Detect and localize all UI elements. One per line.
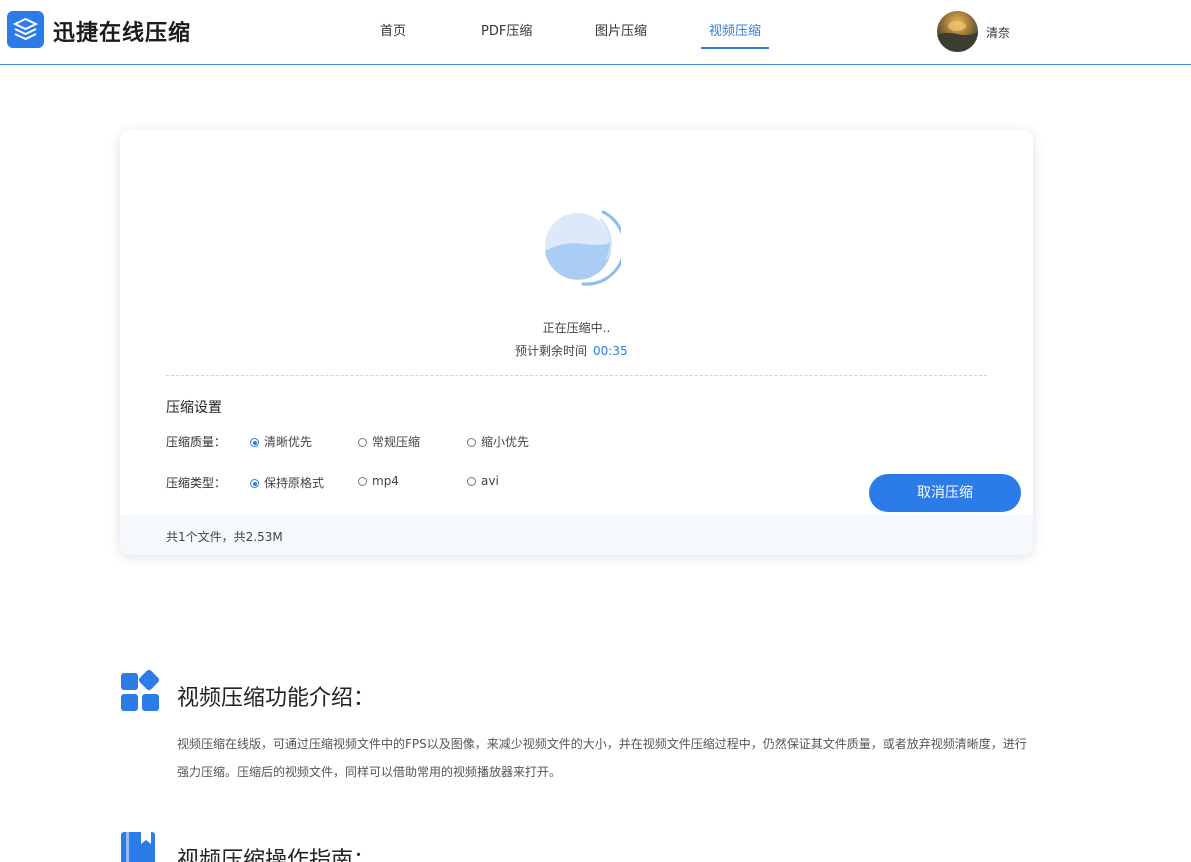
divider [166,375,987,376]
guide-title: 视频压缩操作指南： [177,848,376,862]
nav-pdf-compress[interactable]: PDF压缩 [481,20,532,39]
remaining-time-label: 预计剩余时间 [515,344,588,358]
nav-image-compress[interactable]: 图片压缩 [595,20,647,39]
settings-title: 压缩设置 [166,400,222,416]
quality-option-smaller[interactable]: 缩小优先 [467,433,529,450]
compression-status: 正在压缩中.. [542,321,611,335]
progress-spinner-icon [545,210,621,286]
book-icon [121,832,155,862]
quality-option-normal[interactable]: 常规压缩 [358,433,420,450]
logo-icon[interactable] [7,11,44,48]
file-summary: 共1个文件，共2.53M [166,530,283,544]
radio-icon[interactable] [358,438,367,447]
compression-card: 正在压缩中.. 预计剩余时间 00:35 压缩设置 压缩质量： 清晰优先 常规压缩… [120,130,1033,555]
cancel-compression-button[interactable]: 取消压缩 [869,474,1021,512]
radio-selected-icon[interactable] [250,479,259,488]
type-option-original[interactable]: 保持原格式 [250,474,324,491]
type-label: 压缩类型： [166,476,227,490]
card-footer: 共1个文件，共2.53M [120,515,1033,555]
intro-title: 视频压缩功能介绍： [177,686,376,711]
intro-text: 视频压缩在线版，可通过压缩视频文件中的FPS以及图像，来减少视频文件的大小，并在… [177,737,1027,779]
remaining-time-value: 00:35 [593,344,628,358]
top-header: 迅捷在线压缩 首页 PDF压缩 图片压缩 视频压缩 清奈 [0,0,1191,65]
type-option-avi[interactable]: avi [467,474,499,488]
username[interactable]: 清奈 [986,24,1010,41]
quality-label: 压缩质量： [166,435,227,449]
radio-icon[interactable] [467,477,476,486]
brand-name[interactable]: 迅捷在线压缩 [53,15,191,47]
type-option-mp4[interactable]: mp4 [358,474,399,488]
active-nav-indicator [701,47,769,49]
remaining-time: 预计剩余时间 00:35 [515,342,628,359]
radio-icon[interactable] [358,477,367,486]
radio-selected-icon[interactable] [250,438,259,447]
grid-apps-icon [121,670,160,711]
user-avatar[interactable] [937,11,978,52]
nav-video-compress[interactable]: 视频压缩 [709,20,761,39]
nav-home[interactable]: 首页 [380,20,406,39]
radio-icon[interactable] [467,438,476,447]
quality-option-clarity[interactable]: 清晰优先 [250,433,312,450]
